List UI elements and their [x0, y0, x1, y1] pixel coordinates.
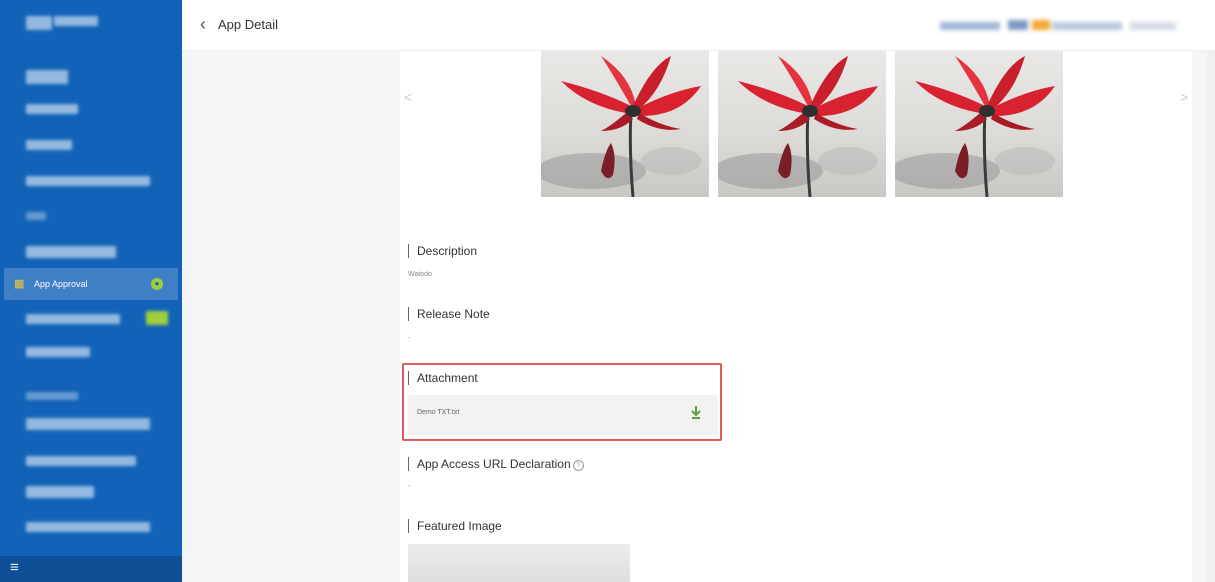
attachment-file-row[interactable]: Demo TXT.txt [408, 395, 718, 435]
featured-image-title: Featured Image [408, 519, 502, 533]
logo [26, 11, 98, 33]
release-note-value: - [408, 335, 411, 342]
sidebar-item-3[interactable] [26, 140, 72, 150]
sidebar: ▩ App Approval ● ≡ [0, 0, 182, 582]
screenshot-thumbnail[interactable] [895, 51, 1063, 197]
sidebar-group-label-2 [26, 392, 78, 400]
scrollbar[interactable] [1207, 51, 1215, 582]
description-title: Description [408, 244, 477, 258]
sidebar-item-1[interactable] [26, 70, 68, 84]
attachment-filename: Demo TXT.txt [417, 409, 460, 416]
carousel-prev-icon[interactable]: < [404, 89, 412, 105]
hamburger-menu-icon[interactable]: ≡ [10, 560, 19, 576]
flower-image [718, 56, 878, 197]
download-icon[interactable] [691, 406, 701, 420]
sidebar-item-8[interactable] [26, 418, 150, 430]
flower-image [895, 56, 1055, 197]
release-note-title: Release Note [408, 307, 490, 321]
sidebar-item-7[interactable] [26, 347, 90, 357]
sidebar-item-app-approval[interactable]: ▩ App Approval ● [4, 268, 178, 300]
access-url-value: - [408, 483, 411, 490]
access-url-title: App Access URL Declaration? [408, 457, 584, 471]
access-url-title-text: App Access URL Declaration [417, 457, 571, 471]
attachment-title: Attachment [408, 371, 478, 385]
app-detail-panel: < > Description Watodo Release Note - At… [400, 51, 1192, 582]
sidebar-item-2[interactable] [26, 104, 78, 114]
screenshot-thumbnail[interactable] [541, 51, 709, 197]
back-chevron-icon[interactable]: ‹ [200, 14, 206, 34]
sidebar-footer: ≡ [0, 556, 182, 582]
sidebar-item-6[interactable] [26, 314, 120, 324]
sidebar-item-11[interactable] [26, 522, 150, 532]
sidebar-item-4[interactable] [26, 176, 150, 186]
sidebar-item-10[interactable] [26, 486, 94, 498]
apps-icon: ▩ [14, 278, 25, 290]
sidebar-item-6-badge [146, 311, 168, 325]
screenshot-thumbnail[interactable] [718, 51, 886, 197]
sidebar-item-5[interactable] [26, 246, 116, 258]
help-circle-icon[interactable]: ? [572, 460, 584, 471]
sidebar-item-9[interactable] [26, 456, 136, 466]
main-content: < > Description Watodo Release Note - At… [182, 51, 1215, 582]
sidebar-item-label: App Approval [34, 279, 88, 289]
top-header: ‹ App Detail [182, 0, 1215, 51]
notification-badge: ● [151, 278, 163, 290]
page-title: App Detail [218, 17, 278, 32]
flower-image [541, 56, 701, 197]
carousel-next-icon[interactable]: > [1180, 89, 1188, 105]
sidebar-group-label [26, 212, 46, 220]
description-value: Watodo [408, 271, 432, 278]
featured-image-preview[interactable] [408, 544, 630, 582]
user-info[interactable] [940, 20, 1195, 32]
